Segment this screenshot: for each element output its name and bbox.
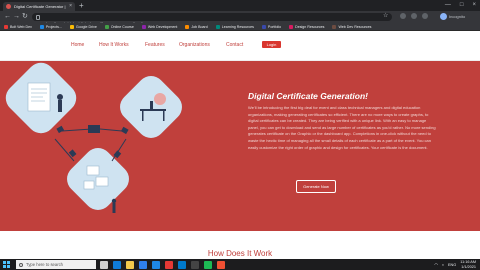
hero-title: Digital Certificate Generation! [248,91,368,101]
bookmark-favicon-icon [332,24,337,29]
git-icon[interactable] [217,260,225,269]
bookmark-favicon-icon [261,24,266,29]
login-button[interactable]: Login [262,41,281,48]
minimize-icon[interactable]: — [445,1,451,10]
bookmark-favicon-icon [4,24,8,29]
bookmark-label: Web Development [147,24,178,29]
forward-icon[interactable]: → [13,13,20,21]
store-icon[interactable] [139,260,147,269]
vscode-icon[interactable] [178,260,186,269]
nav-link-how-it-works[interactable]: How It Works [99,42,129,48]
browser-tab[interactable]: Digital Certificate Generator | Blo... × [3,2,75,11]
site-navbar: Home How It Works Features Organizations… [0,31,480,61]
site-favicon-icon [6,4,11,9]
extension-icons [400,13,428,19]
bookmark-item[interactable]: Design Resources [289,24,325,29]
close-tab-icon[interactable]: × [69,4,72,9]
site-info-icon[interactable] [36,14,40,20]
bookmark-item[interactable]: Portfolio [261,24,282,29]
document-diamond [5,62,77,134]
bookmark-item[interactable]: Projects... [39,24,62,29]
nav-link-contact[interactable]: Contact [226,42,243,48]
mail-icon[interactable] [152,260,160,269]
bookmark-favicon-icon [69,24,74,29]
bookmark-star-icon[interactable]: ☆ [383,12,388,19]
address-toolbar: ← → ↻ localhost/gitlabs/digital-certific… [0,11,480,27]
bookmark-label: Web Dev Resources [338,24,372,29]
bookmark-label: Portfolio [267,24,282,29]
profile-button[interactable]: Incognito [440,13,465,20]
taskbar-apps [100,260,225,269]
extension-icon[interactable] [411,13,417,19]
bookmark-label: Design Resources [295,24,325,29]
clock[interactable]: 11:16 AM 1/1/2021 [460,260,476,269]
taskbar-search-input[interactable]: Type here to search [16,260,96,269]
generate-now-button[interactable]: Generate Now [296,180,336,193]
maximize-icon[interactable]: □ [460,1,464,10]
nav-link-organizations[interactable]: Organizations [179,42,210,48]
bookmark-item[interactable]: Google Drive [69,24,97,29]
bookmarks-bar: Bolt Web Dev Projects... Google Drive Onlin… [0,23,480,31]
bookmark-label: Projects... [45,24,62,29]
reload-icon[interactable]: ↻ [22,13,28,21]
hero-description: We'll be introducing the first big deal … [248,105,436,150]
task-view-icon[interactable] [100,260,108,269]
language-indicator[interactable]: ENG [448,263,456,267]
profile-label: Incognito [449,14,466,19]
back-icon[interactable]: ← [4,13,11,21]
bookmark-favicon-icon [289,24,294,29]
extension-icon[interactable] [422,13,428,19]
close-window-icon[interactable]: × [472,1,476,10]
spotify-icon[interactable] [204,260,212,269]
bookmark-label: Google Drive [75,24,97,29]
clock-date: 1/1/2021 [461,264,476,269]
bookmark-label: Learning Resources [221,24,254,29]
bookmark-item[interactable]: Bolt Web Dev [4,24,32,29]
bookmark-favicon-icon [104,24,109,29]
terminal-icon[interactable] [191,260,199,269]
bookmark-favicon-icon [141,24,146,29]
browser-tab-bar: Digital Certificate Generator | Blo... ×… [0,0,480,11]
volume-icon[interactable]: ◖ [442,263,444,267]
hero-section: Digital Certificate Generation! We'll be… [0,61,480,231]
bookmark-label: Bolt Web Dev [10,24,32,29]
extension-icon[interactable] [400,13,406,19]
tab-title: Digital Certificate Generator | Blo... [14,4,66,9]
windows-start-icon[interactable] [3,261,10,268]
hero-illustration [5,62,182,213]
windows-taskbar: Type here to search ◠ ◖ ENG 11:16 AM 1/1… [0,259,480,270]
window-controls: — □ × [445,1,476,10]
bookmark-favicon-icon [185,24,190,29]
wifi-icon[interactable]: ◠ [434,262,437,267]
clock-time: 11:16 AM [460,260,476,264]
bookmark-favicon-icon [39,24,44,29]
avatar [440,13,447,20]
bookmark-label: Online Course [110,24,134,29]
edge-icon[interactable] [113,260,121,269]
how-it-works-section: How Does It Work [0,231,480,259]
file-explorer-icon[interactable] [126,260,134,269]
bookmark-label: Job Board [191,24,208,29]
bookmark-item[interactable]: Web Dev Resources [332,24,372,29]
chrome-icon[interactable] [165,260,173,269]
bookmark-item[interactable]: Learning Resources [215,24,254,29]
url-input[interactable]: localhost/gitlabs/digital-certificate-ge… [32,13,392,27]
bookmark-item[interactable]: Job Board [185,24,208,29]
nav-link-features[interactable]: Features [145,42,165,48]
nav-link-home[interactable]: Home [71,42,84,48]
search-placeholder: Type here to search [26,262,64,267]
search-icon [19,262,23,267]
bookmark-item[interactable]: Online Course [104,24,134,29]
section-title: How Does It Work [207,249,273,258]
bookmark-favicon-icon [215,24,220,29]
system-tray: ◠ ◖ ENG 11:16 AM 1/1/2021 [434,260,476,269]
bookmark-item[interactable]: Web Development [141,24,178,29]
new-tab-icon[interactable]: + [79,1,84,10]
